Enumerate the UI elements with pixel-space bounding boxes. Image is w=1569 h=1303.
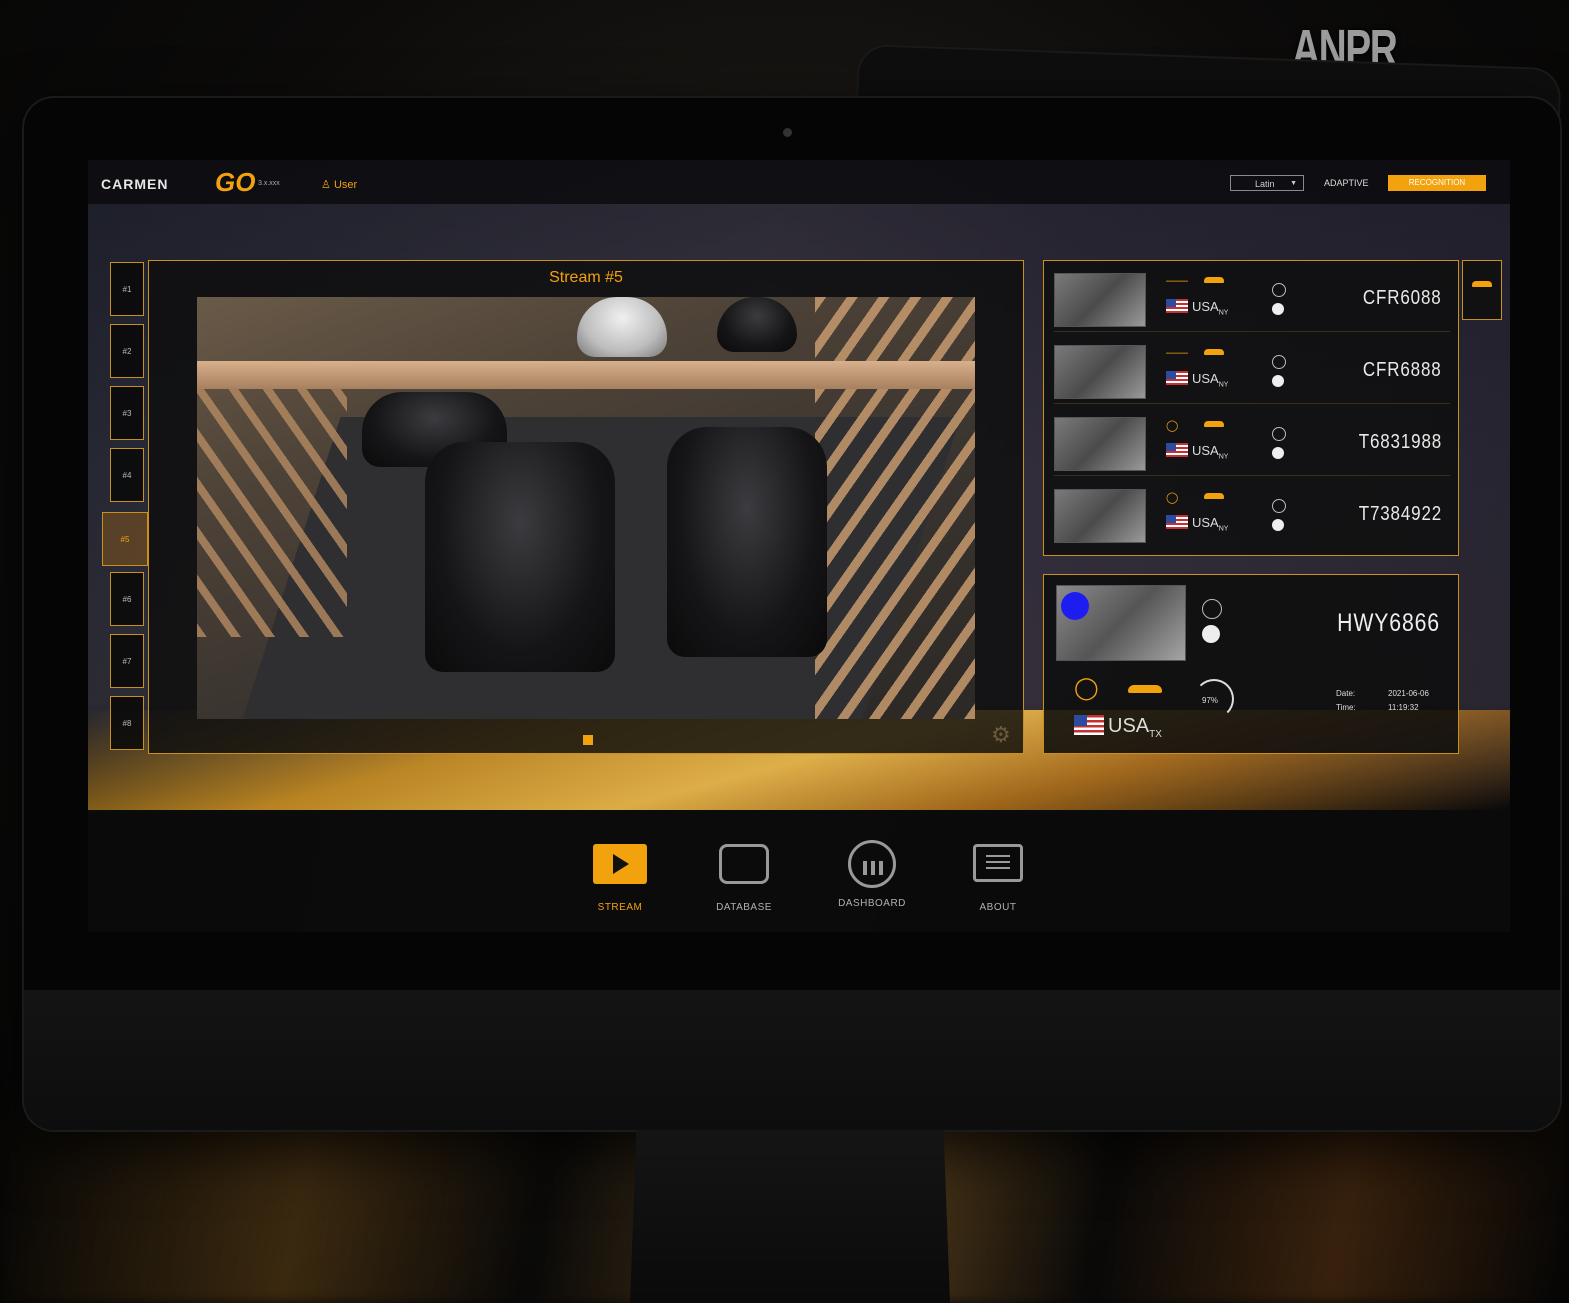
usa-flag-icon: [1166, 299, 1188, 313]
results-side-tab[interactable]: [1462, 260, 1502, 320]
result-plate: CFR6088: [1363, 287, 1442, 309]
stream-panel: Stream #5 ⚙: [148, 260, 1024, 754]
database-icon: [719, 844, 769, 884]
nav-database-label: DATABASE: [716, 902, 772, 913]
monitor-chin: [24, 990, 1560, 1130]
usa-flag-icon: [1166, 443, 1188, 457]
video-feed[interactable]: [197, 297, 975, 719]
video-car: [717, 297, 797, 352]
app-screen: CARMEN GO 3.x.xxx ♙ User Latin ▼ ADAPTIV…: [88, 160, 1510, 932]
result-indicators: [1272, 427, 1286, 459]
result-row[interactable]: —— USANY CFR6088: [1054, 269, 1450, 332]
result-country: USANY: [1192, 299, 1229, 317]
recognition-button[interactable]: RECOGNITION: [1388, 175, 1486, 191]
app-version: 3.x.xxx: [258, 180, 280, 187]
video-car: [667, 427, 827, 657]
language-value: Latin: [1255, 179, 1275, 189]
stream-tab-6[interactable]: #6: [110, 572, 144, 626]
selected-result-panel: HWY6866 ◯ USATX 97% Date: 2021-06-06 Time…: [1043, 574, 1459, 754]
user-label: User: [333, 179, 358, 191]
time-value: 11:19:32: [1388, 703, 1419, 712]
result-country: USANY: [1192, 371, 1229, 389]
date-label: Date:: [1336, 689, 1356, 698]
result-thumbnail: [1054, 489, 1146, 543]
result-thumbnail: [1054, 417, 1146, 471]
stream-tab-8[interactable]: #8: [110, 696, 144, 750]
toyota-logo-icon: ◯: [1074, 675, 1099, 700]
result-country: USANY: [1192, 443, 1229, 461]
car-icon: [1128, 685, 1162, 693]
car-icon: [1472, 281, 1492, 287]
stream-title: Stream #5: [549, 269, 623, 286]
date-value: 2021-06-06: [1388, 689, 1429, 698]
result-thumbnail: [1054, 345, 1146, 399]
stream-tab-1[interactable]: #1: [110, 262, 144, 316]
result-plate: T7384922: [1358, 503, 1442, 525]
nav-about[interactable]: ABOUT: [950, 840, 1046, 913]
toyota-logo-icon: ◯: [1166, 420, 1179, 432]
play-icon: [593, 844, 647, 884]
result-indicators: [1272, 283, 1286, 315]
result-indicators: [1272, 499, 1286, 531]
adaptive-label: ADAPTIVE: [1324, 178, 1369, 188]
result-plate: T6831988: [1358, 431, 1442, 453]
nav-database[interactable]: DATABASE: [696, 840, 792, 913]
webcam: [783, 128, 792, 137]
selected-marker: [1061, 592, 1089, 620]
result-row[interactable]: ◯ USANY T7384922: [1054, 485, 1450, 547]
stream-tab-3[interactable]: #3: [110, 386, 144, 440]
car-icon: [1204, 349, 1224, 355]
app-logo: CARMEN: [101, 176, 169, 192]
about-icon: [973, 844, 1023, 882]
stream-tab-2[interactable]: #2: [110, 324, 144, 378]
result-row[interactable]: —— USANY CFR6888: [1054, 341, 1450, 404]
time-label: Time:: [1336, 703, 1356, 712]
dashboard-icon: [848, 840, 896, 888]
confidence-value: 97%: [1202, 696, 1219, 705]
stream-tab-5[interactable]: #5: [102, 512, 148, 566]
result-indicators: [1272, 355, 1286, 387]
user-menu[interactable]: ♙ User: [321, 178, 357, 191]
app-logo-go: GO: [215, 167, 256, 197]
usa-flag-icon: [1074, 715, 1104, 735]
result-country: USANY: [1192, 515, 1229, 533]
monitor-stand: [630, 1130, 950, 1303]
nav-about-label: ABOUT: [979, 902, 1017, 913]
chevron-down-icon: ▼: [1290, 180, 1297, 187]
gear-icon[interactable]: ⚙: [991, 723, 1015, 747]
stream-tab-4[interactable]: #4: [110, 448, 144, 502]
language-select[interactable]: Latin ▼: [1230, 175, 1304, 191]
stream-tab-7[interactable]: #7: [110, 634, 144, 688]
top-bar: CARMEN GO 3.x.xxx ♙ User Latin ▼ ADAPTIV…: [88, 160, 1510, 204]
usa-flag-icon: [1166, 371, 1188, 385]
nav-stream[interactable]: STREAM: [572, 840, 668, 913]
car-icon: [1204, 421, 1224, 427]
video-bridge-truss-left: [197, 387, 347, 637]
toyota-logo-icon: ◯: [1166, 492, 1179, 504]
nav-dashboard-label: DASHBOARD: [838, 898, 906, 909]
result-thumbnail: [1054, 273, 1146, 327]
video-bridge-beam: [197, 361, 975, 389]
result-row[interactable]: ◯ USANY T6831988: [1054, 413, 1450, 476]
selected-indicators: [1202, 599, 1222, 643]
result-plate: CFR6888: [1363, 359, 1442, 381]
selected-datetime: Date: 2021-06-06 Time: 11:19:32: [1336, 687, 1440, 715]
selected-thumbnail: [1056, 585, 1186, 661]
stream-indicator: [583, 735, 593, 745]
selected-country: USATX: [1108, 715, 1162, 740]
car-icon: [1204, 277, 1224, 283]
selected-plate: HWY6866: [1337, 609, 1440, 637]
results-panel: —— USANY CFR6088 —— USANY CFR6888 ◯ USAN…: [1043, 260, 1459, 556]
usa-flag-icon: [1166, 515, 1188, 529]
nav-backdrop: [88, 810, 1510, 932]
nav-stream-label: STREAM: [597, 902, 643, 913]
brand-logo-icon: ——: [1166, 347, 1188, 359]
car-icon: [1204, 493, 1224, 499]
nav-dashboard[interactable]: DASHBOARD: [824, 840, 920, 909]
video-car: [425, 442, 615, 672]
brand-logo-icon: ——: [1166, 275, 1188, 287]
user-icon: ♙: [321, 179, 331, 191]
video-car: [577, 297, 667, 357]
